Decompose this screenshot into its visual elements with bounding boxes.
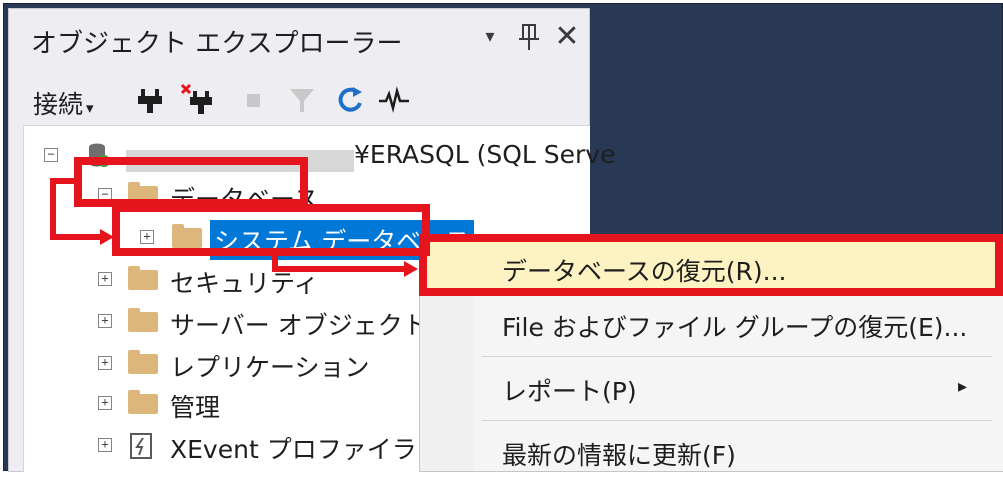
- tree-item-label: サーバー オブジェクト: [170, 311, 428, 340]
- activity-monitor-icon[interactable]: [377, 83, 411, 117]
- annotation-arrowhead: [100, 229, 114, 245]
- pin-icon[interactable]: [514, 19, 544, 55]
- expand-icon[interactable]: +: [98, 396, 112, 410]
- folder-icon: [128, 266, 158, 290]
- window-position-dropdown-icon[interactable]: ▾: [475, 19, 505, 55]
- annotation-box-databases: [74, 157, 308, 207]
- annotation-arrow-line: [272, 266, 406, 272]
- menu-separator: [482, 420, 992, 421]
- menu-item-reports[interactable]: レポート(P) ▸: [420, 360, 1003, 416]
- connect-plug-icon[interactable]: [133, 83, 167, 117]
- panel-title-bar: オブジェクト エクスプローラー ▾ ✕: [9, 9, 589, 71]
- annotation-arrow-line: [50, 234, 102, 240]
- expand-icon[interactable]: +: [98, 356, 112, 370]
- annotation-box-system-databases: [112, 204, 430, 256]
- folder-icon: [128, 308, 158, 332]
- panel-title: オブジェクト エクスプローラー: [31, 29, 403, 59]
- server-label: ¥ERASQL (SQL Serve: [354, 140, 616, 169]
- annotation-arrowhead: [404, 261, 418, 277]
- tree-item-label: 管理: [170, 393, 221, 422]
- expand-icon[interactable]: +: [98, 314, 112, 328]
- disconnect-plug-icon[interactable]: [181, 83, 215, 117]
- annotation-box-restore-database: [419, 234, 1003, 296]
- tree-item-label: レプリケーション: [170, 353, 370, 382]
- expand-icon[interactable]: +: [98, 438, 112, 452]
- menu-separator: [482, 356, 992, 357]
- folder-icon: [128, 390, 158, 414]
- tree-item-label: XEvent プロファイラー: [170, 435, 442, 464]
- menu-item-label: レポート(P): [502, 377, 637, 406]
- xevent-profiler-icon: [130, 433, 152, 459]
- menu-item-label: 最新の情報に更新(F): [502, 441, 736, 470]
- connect-dropdown-icon[interactable]: ▾: [86, 99, 94, 117]
- filter-icon[interactable]: [285, 83, 319, 117]
- annotation-arrow-line: [50, 178, 56, 240]
- expand-icon[interactable]: +: [98, 272, 112, 286]
- close-icon[interactable]: ✕: [552, 19, 582, 55]
- menu-item-refresh[interactable]: 最新の情報に更新(F): [420, 424, 1003, 480]
- pin-icon-graphic: [519, 24, 539, 50]
- connect-label: 接続: [33, 90, 84, 119]
- submenu-arrow-icon: ▸: [958, 376, 968, 397]
- stop-icon[interactable]: [237, 83, 271, 117]
- menu-item-restore-files-filegroups[interactable]: File およびファイル グループの復元(E)...: [420, 296, 1003, 352]
- folder-icon: [128, 350, 158, 374]
- collapse-icon[interactable]: −: [44, 148, 58, 162]
- connect-button[interactable]: 接続 ▾: [33, 85, 94, 121]
- refresh-icon[interactable]: [333, 83, 367, 117]
- panel-toolbar: 接続 ▾: [9, 71, 589, 131]
- menu-item-label: File およびファイル グループの復元(E)...: [502, 313, 968, 342]
